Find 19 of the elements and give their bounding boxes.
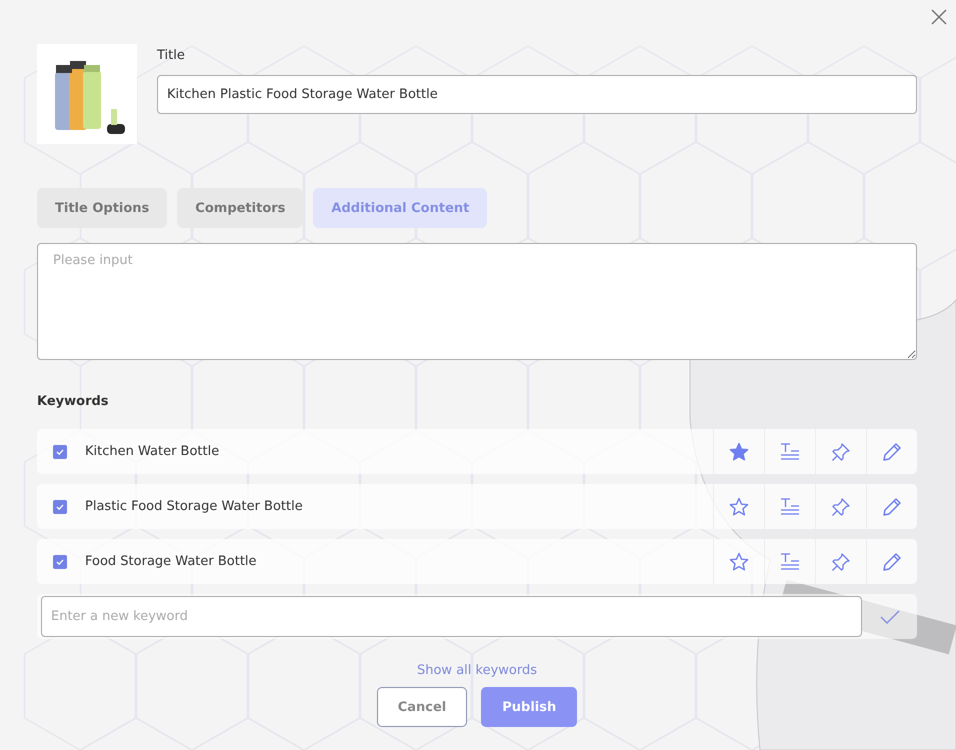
show-all-keywords-link[interactable]: Show all keywords xyxy=(416,663,537,678)
tab[interactable]: Additional Content xyxy=(313,188,488,228)
content-field[interactable]: Please input xyxy=(37,243,917,360)
check-icon xyxy=(880,610,900,624)
title-field[interactable]: Kitchen Plastic Food Storage Water Bottle xyxy=(157,75,917,114)
new-keyword-field[interactable]: Enter a new keyword xyxy=(41,596,862,637)
checkbox[interactable] xyxy=(53,500,67,514)
publish-button[interactable]: Publish xyxy=(481,687,578,727)
tab[interactable]: Competitors xyxy=(177,188,304,228)
checkbox[interactable] xyxy=(53,444,67,458)
keyword-text: Plastic Food Storage Water Bottle xyxy=(85,499,304,514)
keywords-heading: Keywords xyxy=(37,394,109,409)
keyword-text: Kitchen Water Bottle xyxy=(85,444,220,459)
cancel-button[interactable]: Cancel xyxy=(376,687,468,727)
tab[interactable]: Title Options xyxy=(37,188,168,228)
title-label: Title xyxy=(157,48,186,63)
close-icon[interactable] xyxy=(931,9,947,25)
checkbox[interactable] xyxy=(53,554,67,568)
keyword-text: Food Storage Water Bottle xyxy=(85,554,258,569)
